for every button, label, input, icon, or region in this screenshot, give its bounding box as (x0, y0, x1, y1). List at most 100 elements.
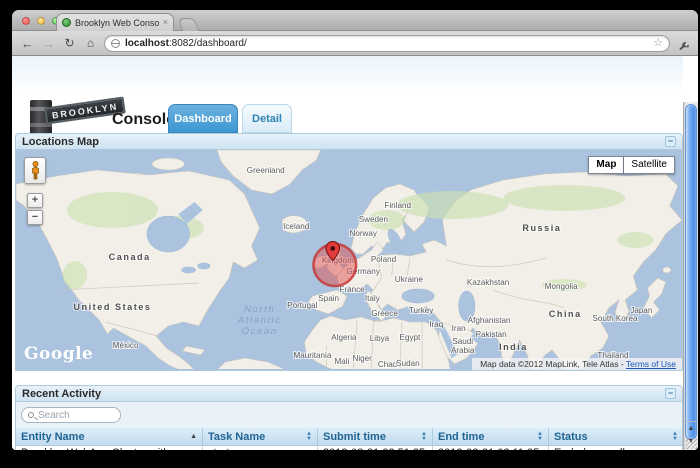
search-placeholder: Search (38, 410, 70, 421)
app-title: Console (112, 111, 175, 129)
sort-icon[interactable]: ▲▼ (672, 432, 678, 442)
recent-activity-body: Search Entity Name▲Task Name▲▼Submit tim… (15, 402, 683, 450)
reload-icon[interactable]: ↻ (62, 37, 77, 50)
attribution-text: Map data ©2012 MapLink, Tele Atlas - (480, 359, 626, 369)
map-type-controls: Map Satellite (588, 156, 675, 174)
column-header-label: Status (554, 431, 672, 443)
table-cell: 2012-03-31 03:11:35 (433, 446, 549, 450)
dashboard-page: BROOKLYN Console Dashboard Detail Locati… (12, 56, 683, 450)
map-label: Mongolia (545, 282, 578, 291)
locations-map-header[interactable]: Locations Map − (15, 133, 683, 150)
map-label: China (549, 309, 582, 319)
map-zoom-controls: + − (27, 193, 43, 227)
map-label: Afghanistan (468, 316, 511, 325)
sort-asc-icon[interactable]: ▲ (190, 434, 197, 439)
map-label: Ukraine (395, 275, 423, 284)
browser-tab[interactable]: Brooklyn Web Console – Da × (56, 13, 174, 31)
map-label: Chad (378, 360, 397, 369)
satellite-view-button[interactable]: Satellite (624, 156, 675, 174)
resize-grip[interactable] (686, 438, 697, 449)
map-label: Greece (371, 309, 398, 318)
url-text[interactable]: localhost:8082/dashboard/ (125, 38, 648, 49)
column-header[interactable]: Entity Name▲ (16, 428, 203, 446)
map-label: Russia (522, 223, 561, 233)
home-icon[interactable]: ⌂ (83, 37, 98, 50)
map-label: Poland (371, 255, 396, 264)
map-label: México (113, 341, 139, 350)
scrollbar-thumb[interactable] (685, 104, 697, 440)
tab-detail[interactable]: Detail (242, 104, 292, 133)
map-label: Niger (353, 354, 373, 363)
tab-dashboard[interactable]: Dashboard (168, 104, 238, 133)
google-logo[interactable]: Google (24, 344, 93, 364)
map-label: United States (73, 302, 151, 312)
column-header[interactable]: Submit time▲▼ (318, 428, 433, 446)
search-icon (28, 412, 34, 418)
table-cell: start (203, 446, 318, 450)
tab-title: Brooklyn Web Console – Da (75, 18, 159, 28)
map-label: Japan (630, 306, 652, 315)
recent-activity-header[interactable]: Recent Activity − (15, 385, 683, 402)
terms-of-use-link[interactable]: Terms of Use (626, 359, 676, 369)
browser-window: Brooklyn Web Console – Da × ← → ↻ ⌂ loca… (12, 10, 698, 450)
column-header[interactable]: End time▲▼ (433, 428, 549, 446)
page-globe-icon (111, 39, 120, 48)
column-header[interactable]: Status▲▼ (549, 428, 683, 446)
sort-icon[interactable]: ▲▼ (421, 432, 427, 442)
collapse-map-icon[interactable]: − (665, 136, 676, 147)
column-header-label: Submit time (323, 431, 421, 443)
bookmark-star-icon[interactable]: ☆ (653, 38, 663, 49)
map-label: Mauritania (294, 351, 332, 360)
map-label: Egypt (400, 333, 422, 342)
address-bar[interactable]: localhost:8082/dashboard/ ☆ (104, 35, 670, 52)
url-host: localhost (125, 38, 169, 49)
browser-toolbar: ← → ↻ ⌂ localhost:8082/dashboard/ ☆ (12, 31, 698, 56)
close-window-button[interactable] (22, 17, 30, 25)
window-titlebar[interactable]: Brooklyn Web Console – Da × (12, 10, 698, 31)
map-label: Sweden (359, 215, 388, 224)
map-label: SaudiArabia (451, 337, 475, 355)
map-label: Pakistan (476, 330, 507, 339)
table-row[interactable]: Brooklyn WebApp Cluster with Database ex… (16, 446, 683, 450)
table-cell: Ended normally (549, 446, 683, 450)
map-label: Portugal (287, 301, 317, 310)
locations-map-title: Locations Map (22, 136, 99, 148)
column-header-label: End time (438, 431, 537, 443)
zoom-in-button[interactable]: + (27, 193, 43, 208)
map-label: Algeria (331, 333, 357, 342)
new-tab-button[interactable] (178, 18, 199, 31)
map-canvas: GreenlandIcelandCanadaUnited StatesMéxic… (16, 150, 682, 369)
zoom-out-button[interactable]: − (27, 210, 43, 225)
map-label: Greenland (247, 166, 285, 175)
map-attribution: Map data ©2012 MapLink, Tele Atlas - Ter… (472, 358, 682, 370)
table-cell: 2012-03-31 02:51:35 (318, 446, 433, 450)
map-label: South Korea (592, 314, 638, 323)
column-header[interactable]: Task Name▲▼ (203, 428, 318, 446)
wrench-menu-icon[interactable] (676, 36, 690, 50)
world-map[interactable]: GreenlandIcelandCanadaUnited StatesMéxic… (15, 150, 683, 371)
scroll-up-arrow-icon[interactable]: ▲ (684, 422, 698, 435)
sort-icon[interactable]: ▲▼ (306, 432, 312, 442)
table-cell: Brooklyn WebApp Cluster with Database ex… (16, 446, 203, 450)
column-header-label: Entity Name (21, 431, 190, 443)
activity-search-input[interactable]: Search (21, 407, 121, 423)
url-path: :8082/dashboard/ (169, 38, 247, 49)
back-icon[interactable]: ← (20, 37, 35, 50)
street-view-pegman-button[interactable] (24, 157, 46, 184)
tab-close-icon[interactable]: × (163, 18, 168, 27)
map-label: Iceland (283, 222, 309, 231)
map-view-button[interactable]: Map (588, 156, 624, 174)
minimize-window-button[interactable] (37, 17, 45, 25)
activity-table: Entity Name▲Task Name▲▼Submit time▲▼End … (16, 428, 683, 450)
map-label: India (499, 342, 528, 352)
forward-icon[interactable]: → (41, 37, 56, 50)
page-scrollbar[interactable]: ▲ ▼ (683, 102, 698, 450)
map-label: Italy (365, 294, 380, 303)
sort-icon[interactable]: ▲▼ (537, 432, 543, 442)
map-label: Iraq (429, 320, 443, 329)
collapse-activity-icon[interactable]: − (665, 388, 676, 399)
table-header-row: Entity Name▲Task Name▲▼Submit time▲▼End … (16, 428, 683, 446)
screenshot-stage: Brooklyn Web Console – Da × ← → ↻ ⌂ loca… (0, 0, 700, 468)
map-label: Libya (370, 334, 390, 343)
map-label: NorthAtlanticOcean (237, 304, 282, 337)
